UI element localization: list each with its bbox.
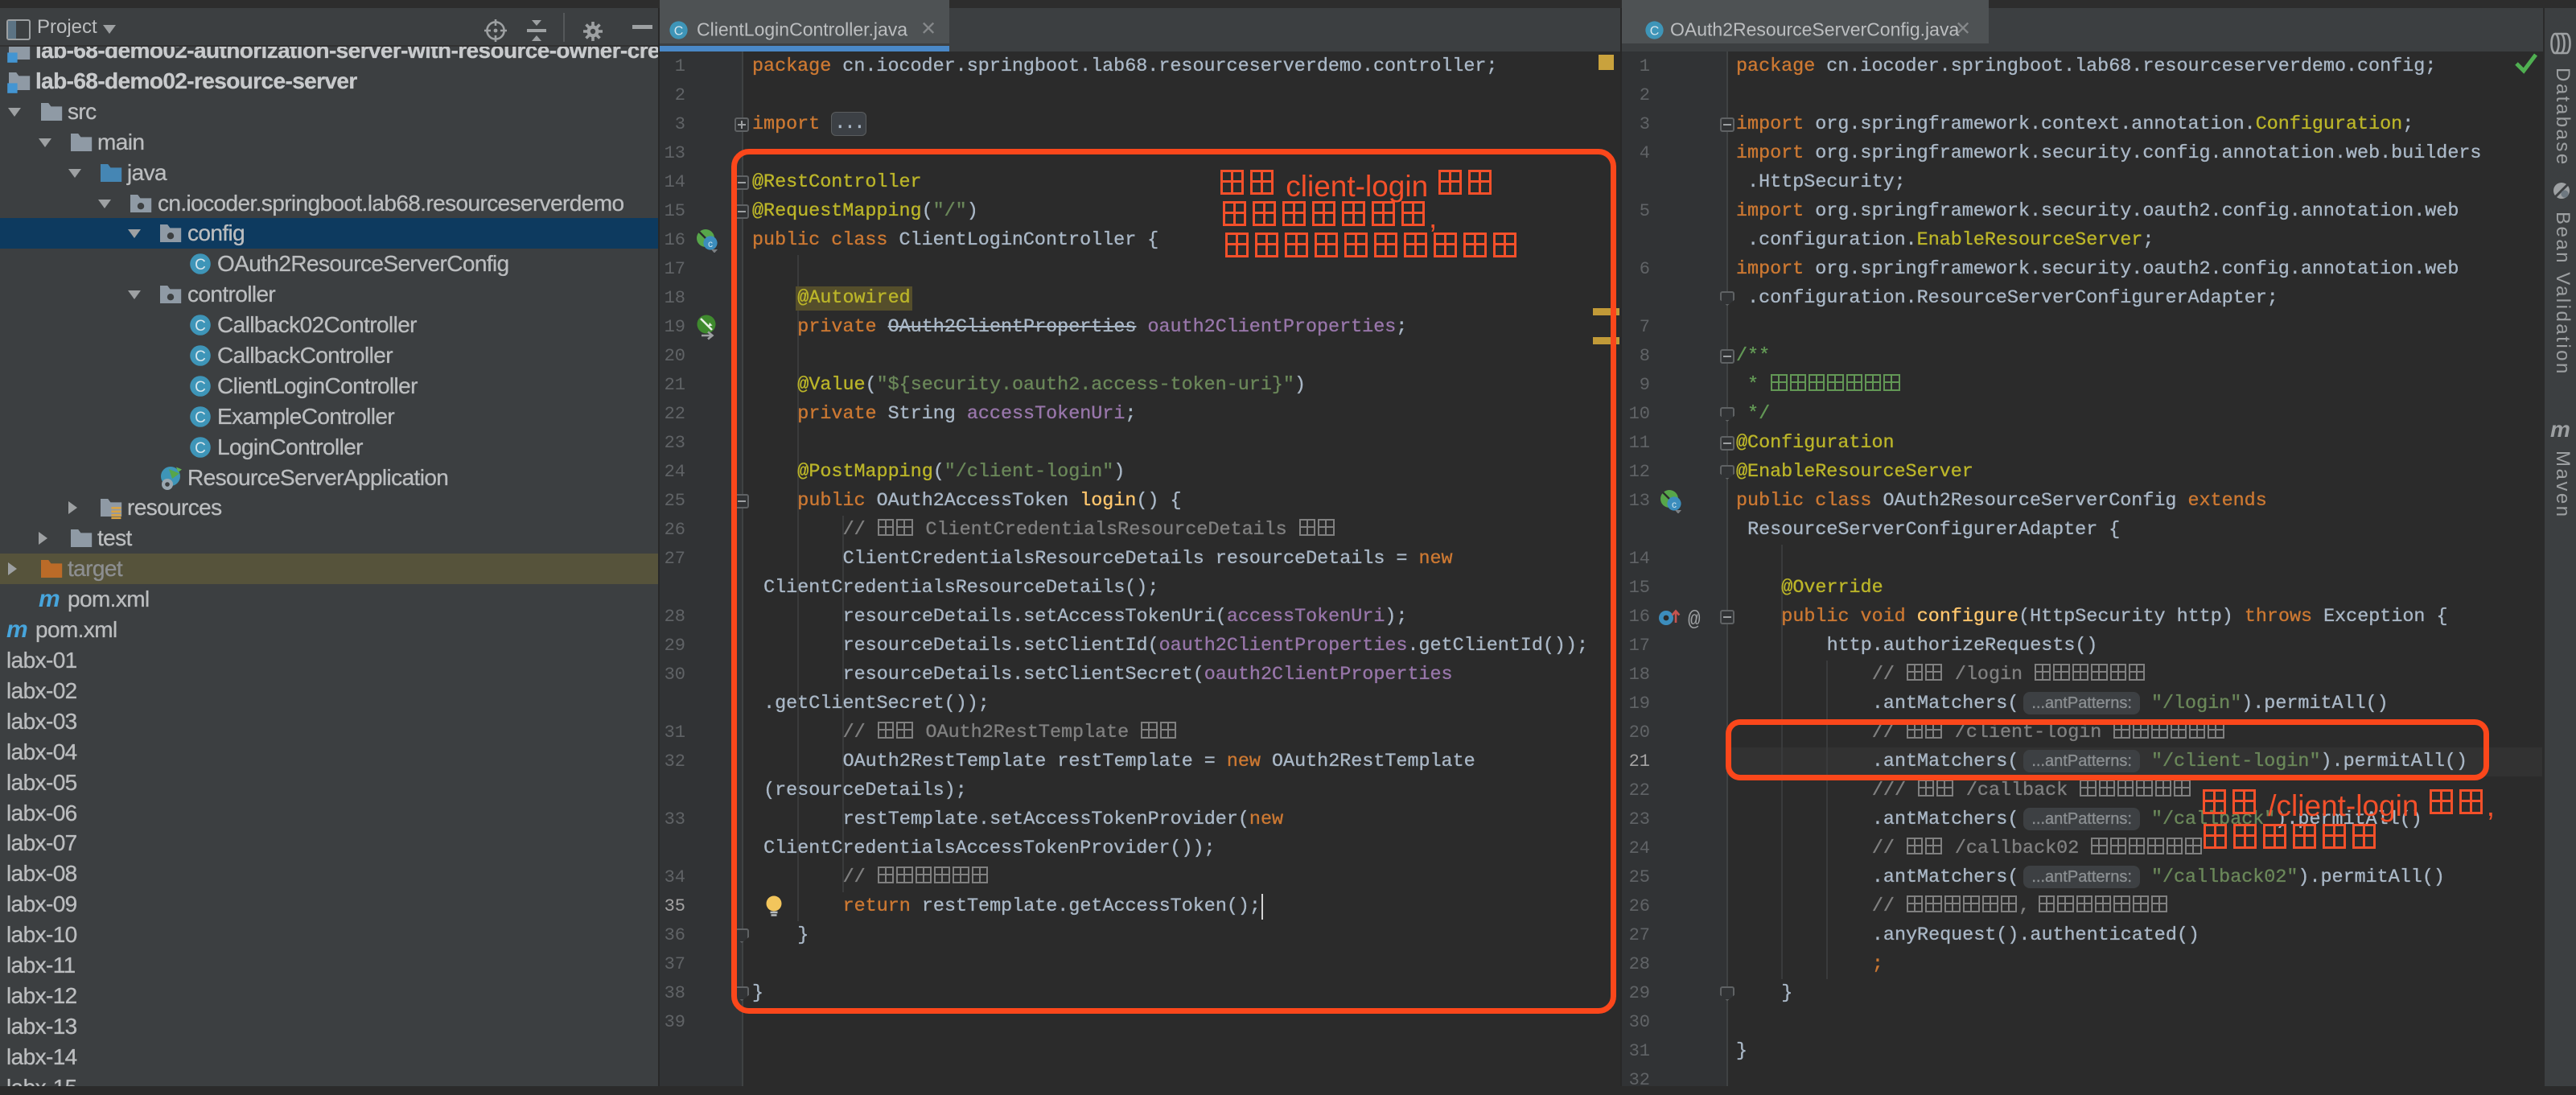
svg-text:C: C [195, 379, 206, 396]
svg-text:C: C [195, 318, 206, 335]
svg-text:@: @ [1688, 607, 1701, 630]
svg-text:C: C [674, 24, 684, 39]
svg-text:C: C [195, 257, 206, 274]
svg-text:C: C [195, 410, 206, 426]
svg-text:C: C [1650, 24, 1660, 39]
svg-text:C: C [195, 348, 206, 365]
svg-text:c: c [708, 238, 713, 249]
svg-text:C: C [195, 440, 206, 457]
svg-text:c: c [1672, 499, 1677, 510]
